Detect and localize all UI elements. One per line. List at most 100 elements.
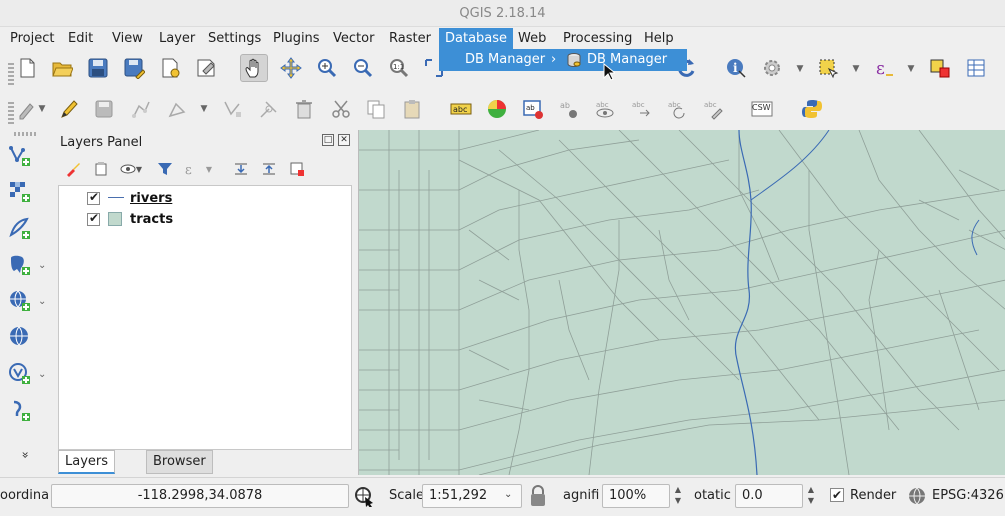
add-delimited-text-icon[interactable] bbox=[4, 213, 34, 243]
menu-help[interactable]: Help bbox=[638, 28, 680, 50]
toggle-extents-icon[interactable] bbox=[353, 485, 375, 508]
add-feature-tool-icon[interactable] bbox=[4, 395, 34, 425]
python-console-icon[interactable] bbox=[798, 95, 826, 123]
menu-edit[interactable]: Edit bbox=[62, 28, 99, 50]
add-vector-layer-icon[interactable] bbox=[4, 140, 34, 170]
identify-icon[interactable]: i bbox=[722, 54, 750, 82]
csw-icon[interactable]: CSW bbox=[748, 95, 776, 123]
chevron-down-icon[interactable]: ▼ bbox=[795, 59, 805, 79]
tab-browser-panel[interactable]: Browser Panel bbox=[146, 450, 213, 491]
label-abc-icon[interactable]: abc bbox=[447, 95, 475, 123]
zoom-out-icon[interactable] bbox=[349, 54, 377, 82]
toggle-editing-icon[interactable] bbox=[55, 95, 83, 123]
pan-to-selection-icon[interactable] bbox=[277, 54, 305, 82]
layer-row-rivers[interactable]: rivers bbox=[87, 188, 172, 208]
magnifier-stepper-icon[interactable]: ▲ ▼ bbox=[671, 484, 685, 508]
map-canvas[interactable] bbox=[358, 130, 1005, 475]
new-print-composer-icon[interactable] bbox=[156, 54, 184, 82]
layer-labeling-icon[interactable] bbox=[483, 95, 511, 123]
float-panel-icon[interactable]: □ bbox=[322, 134, 334, 146]
svg-text:abc: abc bbox=[632, 101, 645, 109]
menu-plugins[interactable]: Plugins bbox=[267, 28, 326, 50]
render-checkbox[interactable]: ✔ bbox=[830, 488, 844, 502]
chevron-down-icon[interactable]: ▼ bbox=[906, 59, 916, 79]
chevron-down-icon[interactable]: ⌄ bbox=[38, 259, 50, 273]
pan-icon[interactable] bbox=[240, 54, 268, 82]
chevron-down-icon[interactable]: ▼ bbox=[204, 158, 214, 180]
new-project-icon[interactable] bbox=[13, 54, 41, 82]
chevron-down-icon[interactable]: ▼ bbox=[199, 99, 209, 119]
chevron-down-icon[interactable]: ▼ bbox=[134, 158, 144, 180]
menu-web[interactable]: Web bbox=[512, 28, 552, 50]
highlight-pinned-icon[interactable]: ab bbox=[555, 95, 583, 123]
add-wfs-layer-icon[interactable] bbox=[4, 321, 34, 351]
crs-globe-icon[interactable] bbox=[907, 486, 927, 506]
add-feature-icon[interactable] bbox=[127, 95, 155, 123]
chevron-down-icon[interactable]: ⌄ bbox=[504, 489, 512, 500]
menu-vector[interactable]: Vector bbox=[327, 28, 380, 50]
db-manager-submenu-item[interactable]: DB Manager bbox=[587, 51, 667, 69]
menu-raster[interactable]: Raster bbox=[383, 28, 437, 50]
chevron-down-icon[interactable]: ⌄ bbox=[38, 295, 50, 309]
db-manager-menu-item[interactable]: DB Manager › DB Manager bbox=[439, 49, 687, 71]
save-as-icon[interactable] bbox=[120, 54, 148, 82]
deselect-all-icon[interactable] bbox=[926, 54, 954, 82]
style-icon[interactable] bbox=[62, 158, 84, 180]
move-feature-icon[interactable] bbox=[163, 95, 191, 123]
run-feature-action-icon[interactable] bbox=[758, 54, 786, 82]
coordinate-field[interactable]: -118.2998,34.0878 bbox=[51, 484, 349, 508]
zoom-in-icon[interactable] bbox=[313, 54, 341, 82]
copy-features-icon[interactable] bbox=[362, 95, 390, 123]
menu-layer[interactable]: Layer bbox=[153, 28, 201, 50]
menu-view[interactable]: View bbox=[106, 28, 149, 50]
rotation-stepper-icon[interactable]: ▲ ▼ bbox=[804, 484, 818, 508]
vertex-tool-icon[interactable] bbox=[255, 95, 283, 123]
add-wms-layer-icon[interactable] bbox=[4, 285, 34, 315]
layer-row-tracts[interactable]: tracts bbox=[87, 209, 173, 229]
layer-visibility-checkbox[interactable] bbox=[87, 211, 100, 226]
rotate-label-icon[interactable]: abc bbox=[663, 95, 691, 123]
zoom-native-icon[interactable]: 1:1 bbox=[385, 54, 413, 82]
save-layer-edits-icon[interactable] bbox=[90, 95, 118, 123]
remove-layer-icon[interactable] bbox=[286, 158, 308, 180]
field-calculator-icon[interactable]: ε bbox=[870, 54, 898, 82]
add-raster-layer-icon[interactable] bbox=[4, 176, 34, 206]
crs-label[interactable]: EPSG:4326 bbox=[932, 488, 1004, 503]
tab-layers-panel[interactable]: Layers Panel bbox=[58, 450, 116, 491]
move-label-icon[interactable]: abc bbox=[627, 95, 655, 123]
show-hide-labels-icon[interactable]: abc bbox=[591, 95, 619, 123]
menu-project[interactable]: Project bbox=[4, 28, 60, 50]
add-group-icon[interactable] bbox=[90, 158, 112, 180]
menu-database[interactable]: Database bbox=[439, 28, 514, 50]
composer-manager-icon[interactable] bbox=[192, 54, 220, 82]
toolbar-handle[interactable] bbox=[14, 132, 38, 136]
delete-selected-icon[interactable] bbox=[290, 95, 318, 123]
add-postgis-layer-icon[interactable] bbox=[4, 249, 34, 279]
expand-toolbar-button[interactable]: » bbox=[19, 451, 33, 458]
layer-visibility-checkbox[interactable] bbox=[87, 190, 100, 205]
add-virtual-layer-icon[interactable] bbox=[4, 358, 34, 388]
collapse-all-icon[interactable] bbox=[258, 158, 280, 180]
menu-processing[interactable]: Processing bbox=[557, 28, 638, 50]
rotation-spinbox[interactable]: 0.0 bbox=[735, 484, 803, 508]
change-label-icon[interactable]: abc bbox=[699, 95, 727, 123]
magnifier-spinbox[interactable]: 100% bbox=[602, 484, 670, 508]
attribute-table-icon[interactable] bbox=[962, 54, 990, 82]
chevron-down-icon[interactable]: ▼ bbox=[37, 99, 47, 119]
expand-all-icon[interactable] bbox=[230, 158, 252, 180]
cut-features-icon[interactable] bbox=[327, 95, 355, 123]
paste-features-icon[interactable] bbox=[398, 95, 426, 123]
filter-icon[interactable] bbox=[154, 158, 176, 180]
pin-labels-icon[interactable]: ab bbox=[519, 95, 547, 123]
close-panel-icon[interactable]: ✕ bbox=[338, 134, 350, 146]
save-project-icon[interactable] bbox=[84, 54, 112, 82]
open-project-icon[interactable] bbox=[48, 54, 76, 82]
chevron-down-icon[interactable]: ⌄ bbox=[38, 368, 50, 382]
magnifier-label: agnifi bbox=[563, 488, 600, 503]
lock-scale-icon[interactable] bbox=[529, 484, 547, 508]
expression-filter-icon[interactable]: ε bbox=[180, 158, 202, 180]
menu-settings[interactable]: Settings bbox=[202, 28, 267, 50]
node-tool-icon[interactable] bbox=[218, 95, 246, 123]
chevron-down-icon[interactable]: ▼ bbox=[851, 59, 861, 79]
select-features-icon[interactable] bbox=[814, 54, 842, 82]
